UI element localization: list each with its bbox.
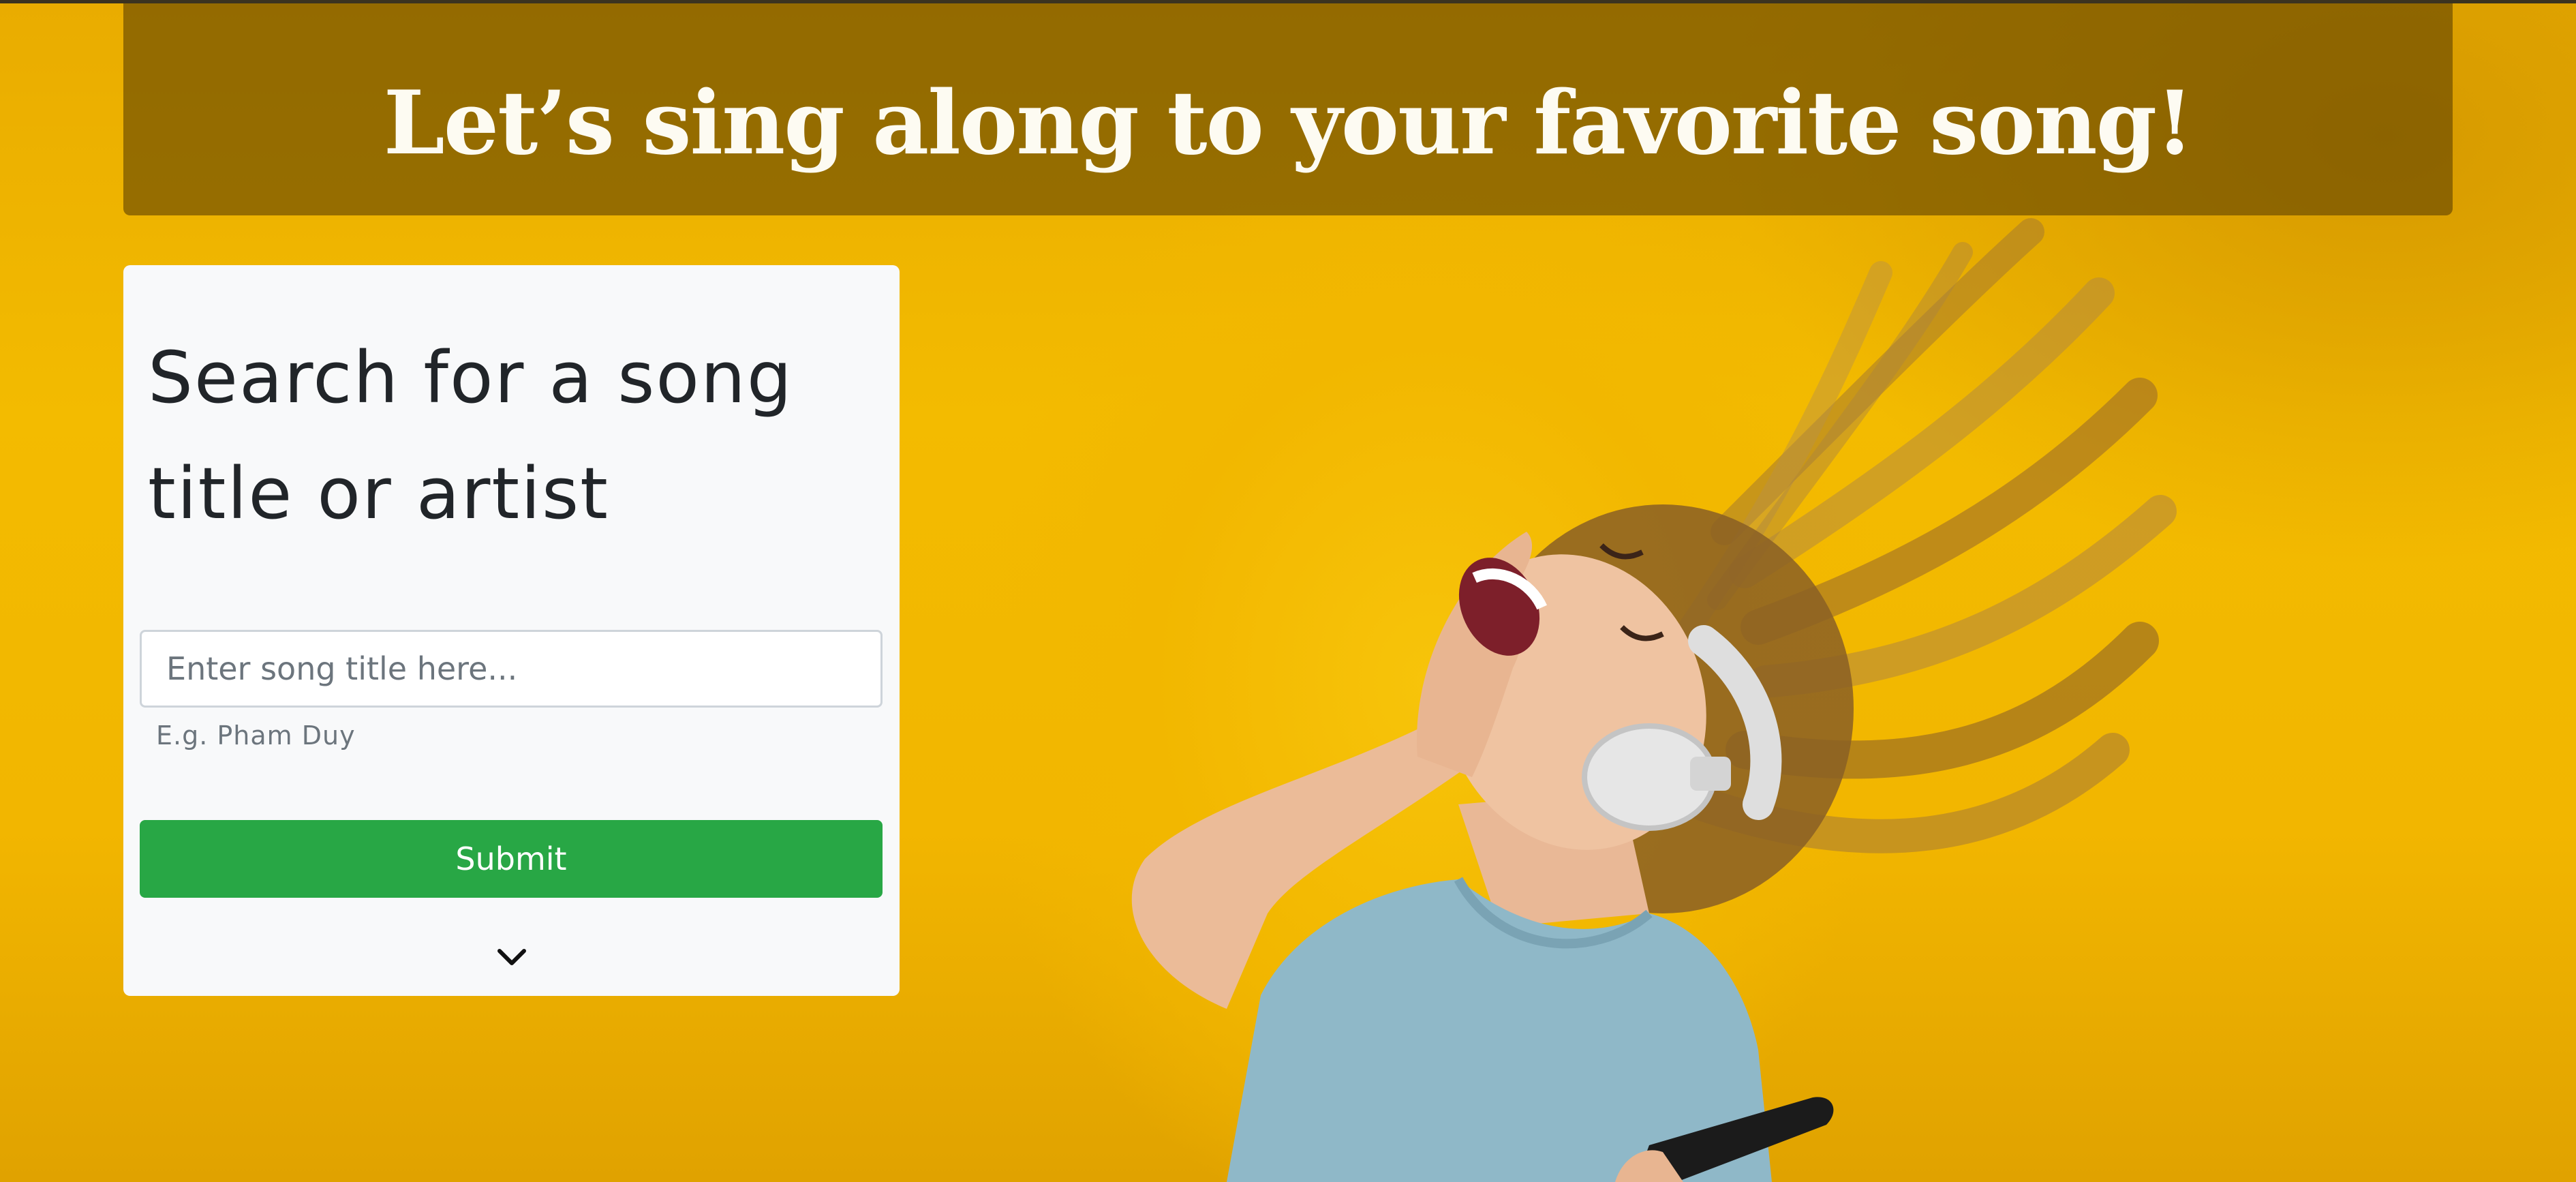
expand-toggle[interactable] bbox=[485, 933, 539, 981]
song-search-input[interactable] bbox=[140, 630, 883, 708]
page-title: Let’s sing along to your favorite song! bbox=[383, 72, 2194, 175]
page: Let’s sing along to your favorite song! … bbox=[0, 0, 2576, 1182]
input-hint-text: E.g. Pham Duy bbox=[156, 721, 356, 751]
search-heading: Search for a song title or artist bbox=[148, 336, 793, 535]
submit-button[interactable]: Submit bbox=[140, 820, 883, 898]
header-banner: Let’s sing along to your favorite song! bbox=[123, 3, 2453, 215]
headphone-hinge bbox=[1690, 757, 1731, 791]
search-card: Search for a song title or artist E.g. P… bbox=[123, 265, 900, 996]
chevron-down-icon bbox=[497, 949, 526, 965]
woman-singing-with-headphones-image bbox=[1131, 218, 2177, 1182]
